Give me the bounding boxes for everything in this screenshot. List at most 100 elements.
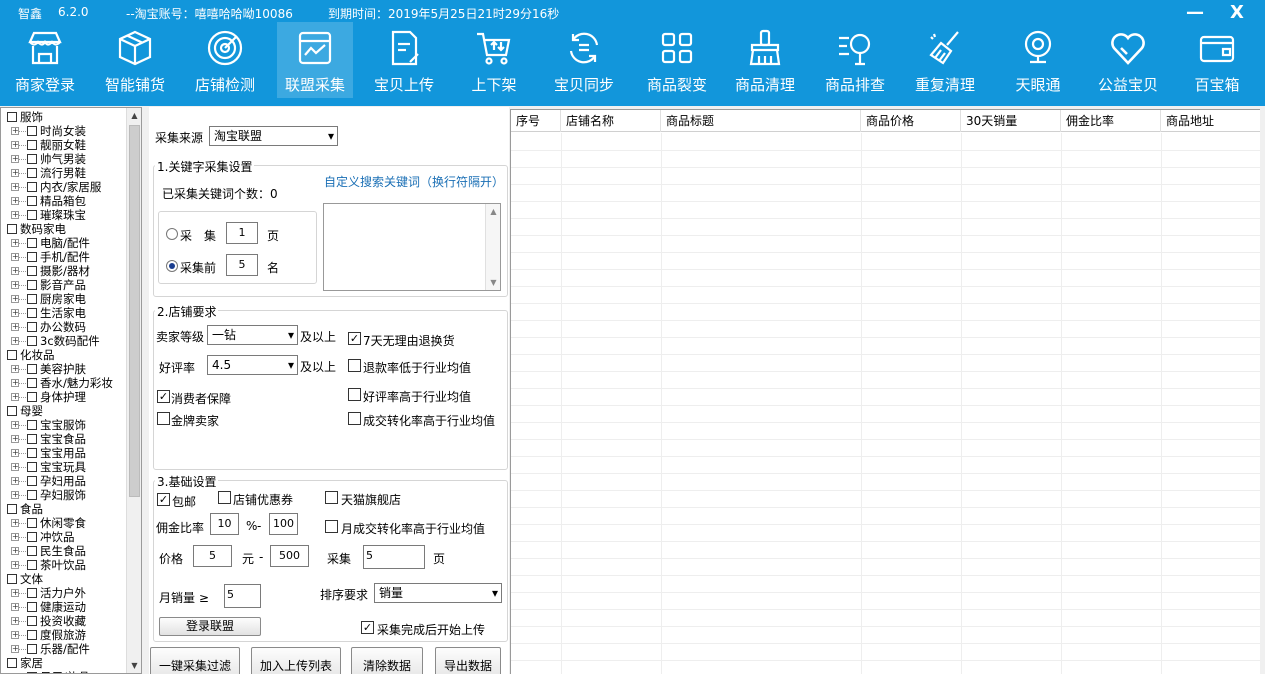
tree-checkbox[interactable]: [27, 140, 37, 150]
tree-checkbox[interactable]: [27, 420, 37, 430]
tree-subcategory[interactable]: + 孕妇用品: [1, 474, 127, 488]
tool-alliance-collect[interactable]: 联盟采集: [277, 22, 353, 98]
tree-subcategory[interactable]: + 身体护理: [1, 390, 127, 404]
source-select[interactable]: 淘宝联盟: [209, 126, 338, 146]
expand-icon[interactable]: +: [11, 589, 19, 597]
tree-checkbox[interactable]: [7, 574, 17, 584]
tree-checkbox[interactable]: [27, 266, 37, 276]
conversion-checkbox[interactable]: [348, 412, 361, 425]
tree-checkbox[interactable]: [27, 588, 37, 598]
tree-scrollbar[interactable]: ▲ ▼: [126, 108, 141, 673]
column-header[interactable]: 30天销量: [961, 110, 1061, 132]
tree-checkbox[interactable]: [27, 294, 37, 304]
tree-subcategory[interactable]: + 健康运动: [1, 600, 127, 614]
tree-subcategory[interactable]: + 宝宝玩具: [1, 460, 127, 474]
tree-checkbox[interactable]: [7, 406, 17, 416]
tree-subcategory[interactable]: + 摄影/器材: [1, 264, 127, 278]
tree-checkbox[interactable]: [27, 308, 37, 318]
expand-icon[interactable]: +: [11, 561, 19, 569]
export-data-button[interactable]: 导出数据: [435, 647, 501, 674]
expand-icon[interactable]: +: [11, 267, 19, 275]
tool-sky-eye[interactable]: 天眼通: [993, 22, 1083, 98]
scroll-up-icon[interactable]: ▲: [127, 108, 141, 123]
tree-checkbox[interactable]: [7, 504, 17, 514]
expand-icon[interactable]: +: [11, 617, 19, 625]
expand-icon[interactable]: +: [11, 547, 19, 555]
tree-checkbox[interactable]: [27, 476, 37, 486]
tree-checkbox[interactable]: [27, 518, 37, 528]
tool-treasure-box[interactable]: 百宝箱: [1172, 22, 1262, 98]
tree-checkbox[interactable]: [7, 224, 17, 234]
gold-seller-checkbox[interactable]: [157, 412, 170, 425]
free-shipping-checkbox[interactable]: ✓: [157, 493, 170, 506]
column-header[interactable]: 佣金比率: [1061, 110, 1161, 132]
expand-icon[interactable]: +: [11, 603, 19, 611]
tree-subcategory[interactable]: + 厨房家电: [1, 292, 127, 306]
tree-checkbox[interactable]: [27, 154, 37, 164]
tree-subcategory[interactable]: + 办公数码: [1, 320, 127, 334]
tree-checkbox[interactable]: [27, 126, 37, 136]
expand-icon[interactable]: +: [11, 309, 19, 317]
expand-icon[interactable]: +: [11, 379, 19, 387]
shop-coupon-checkbox[interactable]: [218, 491, 231, 504]
login-alliance-button[interactable]: 登录联盟: [159, 617, 261, 636]
tree-category[interactable]: 文体: [1, 572, 127, 586]
tree-checkbox[interactable]: [27, 602, 37, 612]
scroll-down-icon[interactable]: ▼: [486, 278, 501, 287]
expand-icon[interactable]: +: [11, 211, 19, 219]
collect-pages-basic-input[interactable]: 5: [363, 545, 425, 569]
expand-icon[interactable]: +: [11, 435, 19, 443]
column-header[interactable]: 商品价格: [861, 110, 961, 132]
tree-category[interactable]: 服饰: [1, 110, 127, 124]
clear-data-button[interactable]: 清除数据: [351, 647, 423, 674]
tool-smart-listing[interactable]: 智能铺货: [90, 22, 180, 98]
tree-checkbox[interactable]: [27, 462, 37, 472]
expand-icon[interactable]: +: [11, 477, 19, 485]
tree-subcategory[interactable]: + 冲饮品: [1, 530, 127, 544]
tree-subcategory[interactable]: + 影音产品: [1, 278, 127, 292]
seller-level-select[interactable]: 一钻: [207, 325, 298, 345]
tree-subcategory[interactable]: + 香水/魅力彩妆: [1, 376, 127, 390]
scroll-up-icon[interactable]: ▲: [486, 207, 501, 216]
tree-checkbox[interactable]: [27, 490, 37, 500]
expand-icon[interactable]: +: [11, 127, 19, 135]
expand-icon[interactable]: +: [11, 155, 19, 163]
tree-checkbox[interactable]: [27, 336, 37, 346]
tree-category[interactable]: 化妆品: [1, 348, 127, 362]
tree-checkbox[interactable]: [27, 182, 37, 192]
expand-icon[interactable]: +: [11, 393, 19, 401]
tool-item-sync[interactable]: 宝贝同步: [539, 22, 629, 98]
tree-subcategory[interactable]: + 帅气男装: [1, 152, 127, 166]
column-header[interactable]: 店铺名称: [561, 110, 661, 132]
tree-checkbox[interactable]: [27, 392, 37, 402]
tree-subcategory[interactable]: +日用/礼品: [1, 670, 127, 673]
collect-top-input[interactable]: 5: [226, 254, 258, 276]
expand-icon[interactable]: +: [11, 281, 19, 289]
tree-checkbox[interactable]: [27, 252, 37, 262]
expand-icon[interactable]: +: [11, 183, 19, 191]
tool-shop-check[interactable]: 店铺检测: [180, 22, 270, 98]
commission-min-input[interactable]: 10: [210, 513, 239, 535]
tree-checkbox[interactable]: [27, 434, 37, 444]
price-max-input[interactable]: 500: [270, 545, 309, 567]
tree-subcategory[interactable]: + 美容护肤: [1, 362, 127, 376]
tool-charity-item[interactable]: 公益宝贝: [1083, 22, 1173, 98]
textarea-scrollbar[interactable]: ▲ ▼: [485, 204, 500, 290]
tree-subcategory[interactable]: + 茶叶饮品: [1, 558, 127, 572]
tree-checkbox[interactable]: [27, 560, 37, 570]
expand-icon[interactable]: +: [11, 449, 19, 457]
tree-subcategory[interactable]: + 生活家电: [1, 306, 127, 320]
tool-duplicate-clean[interactable]: 重复清理: [900, 22, 990, 98]
tree-checkbox[interactable]: [7, 658, 17, 668]
collect-pages-input[interactable]: 1: [226, 222, 258, 244]
tree-subcategory[interactable]: + 孕妇服饰: [1, 488, 127, 502]
tree-checkbox[interactable]: [27, 322, 37, 332]
custom-keyword-link[interactable]: 自定义搜索关键词（换行符隔开）: [324, 173, 504, 190]
expand-icon[interactable]: +: [11, 365, 19, 373]
seven-day-return-checkbox[interactable]: ✓: [348, 332, 361, 345]
tree-subcategory[interactable]: + 璀璨珠宝: [1, 208, 127, 222]
expand-icon[interactable]: +: [11, 533, 19, 541]
tree-subcategory[interactable]: + 时尚女装: [1, 124, 127, 138]
tool-shelf[interactable]: 上下架: [449, 22, 539, 98]
tree-checkbox[interactable]: [27, 280, 37, 290]
